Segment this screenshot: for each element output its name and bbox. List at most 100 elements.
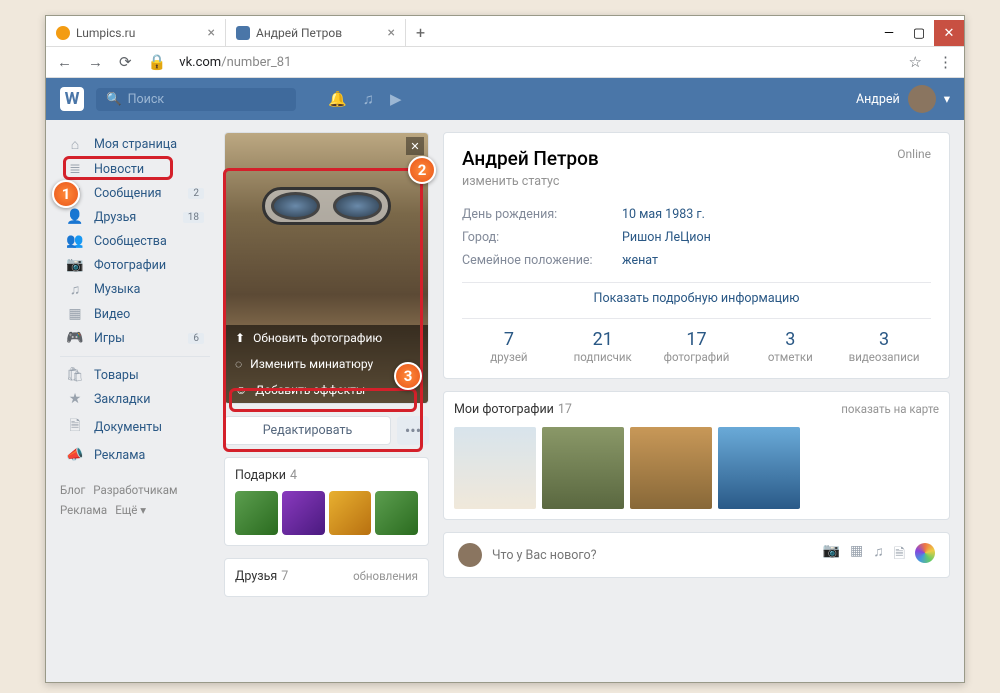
photo-thumb[interactable] (454, 427, 536, 509)
info-value[interactable]: 10 мая 1983 г. (622, 207, 705, 222)
info-value[interactable]: женат (622, 253, 658, 268)
back-button[interactable]: ← (54, 53, 75, 71)
status-edit[interactable]: изменить статус (462, 174, 931, 189)
reload-button[interactable]: ⟳ (116, 53, 135, 71)
browser-window: Lumpics.ru × Андрей Петров × + — ▢ ✕ ← →… (45, 15, 965, 683)
menu-button[interactable]: ⋮ (935, 53, 956, 71)
footer-link[interactable]: Ещё ▾ (115, 503, 146, 517)
friends-count: 7 (281, 569, 288, 584)
photo-thumb[interactable] (718, 427, 800, 509)
minimize-button[interactable]: — (874, 20, 904, 46)
show-more-button[interactable]: Показать подробную информацию (462, 282, 931, 314)
gift-item[interactable] (375, 491, 418, 535)
user-menu[interactable]: Андрей ▾ (856, 85, 950, 113)
sidebar-item[interactable]: ▦Видео (60, 302, 210, 326)
edit-button[interactable]: Редактировать (224, 416, 391, 445)
more-button[interactable]: ••• (397, 416, 429, 445)
update-photo-button[interactable]: ⬆Обновить фотографию (225, 325, 428, 351)
vk-logo[interactable]: W (60, 87, 84, 111)
vk-header: W 🔍 Поиск 🔔 ♫ ▶ Андрей ▾ (46, 78, 964, 120)
sidebar-item[interactable]: ✉Сообщения2 (60, 181, 210, 205)
camera-icon[interactable]: 📷 (823, 543, 840, 567)
star-button[interactable]: ☆ (906, 53, 925, 71)
profile-avatar-box[interactable]: ✕ ⬆Обновить фотографию ◌Изменить миниатю… (224, 132, 429, 404)
counter[interactable]: 21подписчик (556, 329, 650, 364)
info-label: Семейное положение: (462, 253, 622, 268)
sidebar-label: Фотографии (94, 258, 166, 273)
music-icon[interactable]: ♫ (363, 90, 374, 108)
more-attach-icon[interactable] (915, 543, 935, 563)
gifts-title: Подарки (235, 468, 286, 483)
footer-link[interactable]: Реклама (60, 503, 107, 517)
sidebar-icon: 📣 (66, 447, 84, 463)
footer-link[interactable]: Разработчикам (93, 483, 177, 497)
music-icon[interactable]: ♫ (873, 543, 884, 567)
new-post-box[interactable]: 📷 ▦ ♫ 🗎 (443, 532, 950, 578)
tab-lumpics[interactable]: Lumpics.ru × (46, 19, 226, 46)
page-content: W 🔍 Поиск 🔔 ♫ ▶ Андрей ▾ ⌂Моя страница≣Н… (46, 78, 964, 682)
friends-title: Друзья (235, 569, 277, 584)
close-icon[interactable]: ✕ (406, 137, 424, 155)
sidebar-icon: ≣ (66, 161, 84, 177)
maximize-button[interactable]: ▢ (904, 20, 934, 46)
friends-block[interactable]: Друзья 7 обновления (224, 558, 429, 597)
sidebar-icon: ♫ (66, 281, 84, 298)
search-input[interactable]: 🔍 Поиск (96, 88, 296, 111)
show-on-map[interactable]: показать на карте (841, 402, 939, 416)
sidebar-item[interactable]: 🎮Игры6 (60, 326, 210, 350)
profile-name: Андрей Петров (462, 147, 931, 170)
tab-vk[interactable]: Андрей Петров × (226, 19, 406, 46)
tab-close-icon[interactable]: × (208, 25, 215, 41)
security-icon: 🔒 (145, 53, 170, 71)
close-button[interactable]: ✕ (934, 20, 964, 46)
sidebar-item[interactable]: 🗎Документы (60, 411, 210, 443)
notifications-icon[interactable]: 🔔 (328, 90, 347, 108)
photos-title[interactable]: Мои фотографии (454, 402, 554, 417)
sidebar: ⌂Моя страница≣Новости✉Сообщения2👤Друзья1… (60, 132, 210, 597)
photo-thumb[interactable] (630, 427, 712, 509)
sidebar-item[interactable]: 👤Друзья18 (60, 205, 210, 229)
gift-item[interactable] (235, 491, 278, 535)
counter-label: видеозаписи (837, 350, 931, 364)
counter-label: фотографий (650, 350, 744, 364)
info-value[interactable]: Ришон ЛеЦион (622, 230, 711, 245)
new-tab-button[interactable]: + (406, 19, 435, 46)
counter-number: 3 (837, 329, 931, 350)
url-field[interactable]: vk.com/number_81 (179, 55, 895, 70)
post-input[interactable] (492, 548, 813, 563)
sidebar-item[interactable]: ⌂Моя страница (60, 132, 210, 157)
counter[interactable]: 7друзей (462, 329, 556, 364)
photo-thumb[interactable] (542, 427, 624, 509)
counter[interactable]: 3отметки (743, 329, 837, 364)
gift-item[interactable] (282, 491, 325, 535)
footer-link[interactable]: Блог (60, 483, 85, 497)
sidebar-item[interactable]: 👥Сообщества (60, 229, 210, 253)
counter[interactable]: 3видеозаписи (837, 329, 931, 364)
sidebar-item[interactable]: ♫Музыка (60, 277, 210, 302)
tab-close-icon[interactable]: × (388, 25, 395, 41)
counter-number: 7 (462, 329, 556, 350)
counter[interactable]: 17фотографий (650, 329, 744, 364)
search-placeholder: Поиск (128, 92, 165, 107)
gift-item[interactable] (329, 491, 372, 535)
sidebar-item[interactable]: 📷Фотографии (60, 253, 210, 277)
header-icons: 🔔 ♫ ▶ (328, 90, 401, 108)
sidebar-label: Игры (94, 331, 125, 346)
sidebar-label: Сообщения (94, 186, 162, 201)
friends-updates[interactable]: обновления (353, 569, 418, 583)
sidebar-icon: ★ (66, 391, 84, 407)
video-icon[interactable]: ▦ (850, 543, 863, 567)
sidebar-item[interactable]: ★Закладки (60, 387, 210, 411)
play-icon[interactable]: ▶ (390, 90, 402, 108)
sidebar-item[interactable]: 📣Реклама (60, 443, 210, 467)
sidebar-icon: ⌂ (66, 136, 84, 153)
sidebar-label: Сообщества (94, 234, 167, 249)
sidebar-item[interactable]: 🛍Товары (60, 363, 210, 387)
gifts-count: 4 (290, 468, 297, 483)
forward-button[interactable]: → (85, 53, 106, 71)
chevron-down-icon: ▾ (944, 91, 950, 107)
sidebar-item[interactable]: ≣Новости (60, 157, 210, 181)
window-controls: — ▢ ✕ (874, 20, 964, 46)
note-icon[interactable]: 🗎 (894, 543, 905, 567)
gifts-block[interactable]: Подарки 4 (224, 457, 429, 546)
